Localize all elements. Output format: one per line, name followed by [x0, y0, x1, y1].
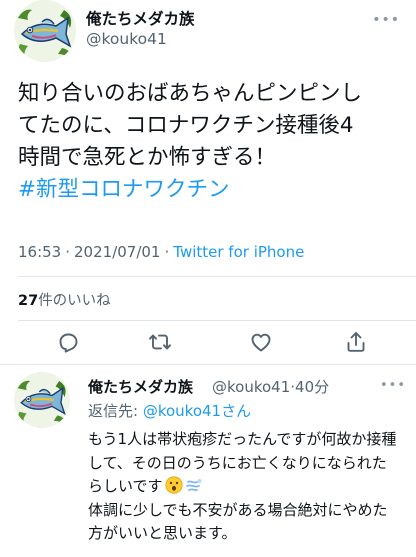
tweet-source-link[interactable]: Twitter for iPhone [173, 243, 304, 261]
tweet-text-line: 時間で急死とか怖すぎる！ [18, 145, 277, 170]
reply-button[interactable] [56, 330, 82, 356]
like-count-label: 件のいいね [38, 293, 111, 309]
divider [18, 276, 416, 277]
tweet-time[interactable]: 16:53 [18, 243, 61, 261]
tweet-text-line: 知り合いのおばあちゃんピンピンし [18, 81, 363, 106]
medaka-fish-avatar-icon [14, 372, 70, 428]
divider [18, 320, 416, 321]
divider [0, 364, 416, 365]
separator: · [164, 243, 170, 261]
display-name[interactable]: 俺たちメダカ族 [88, 376, 193, 397]
ellipsis-icon[interactable]: ••• [372, 12, 400, 28]
reply-text-line: らしいです [88, 475, 414, 499]
ellipsis-icon[interactable]: ••• [380, 378, 406, 393]
reply-text-line: して、その日のうちにお亡くなりになられた [88, 453, 387, 472]
share-button[interactable] [344, 330, 370, 356]
reply-text-line: 体調に少しでも不安がある場合絶対にやめた [88, 500, 388, 519]
like-button[interactable] [249, 330, 275, 356]
like-count-number: 27 [18, 293, 39, 309]
heart-icon [251, 333, 271, 352]
user-handle[interactable]: @kouko41 [86, 30, 167, 48]
surprised-face-emoji [164, 476, 183, 494]
display-name[interactable]: 俺たちメダカ族 [86, 7, 195, 29]
reply-text: もう1人は帯状疱疹だったんですが何故か接種 して、その日のうちにお亡くなりになら… [88, 428, 414, 546]
avatar[interactable] [14, 0, 76, 62]
reply-to-label: 返信先: [88, 402, 143, 420]
retweet-button[interactable] [148, 330, 174, 356]
medaka-fish-avatar-icon [14, 0, 76, 62]
likes-count[interactable]: 27件のいいね [18, 289, 111, 310]
tweet-text: 知り合いのおばあちゃんピンピンし てたのに、コロナワクチン接種後4 時間で急死と… [18, 78, 410, 206]
tweet-metadata: 16:53 · 2021/07/01 · Twitter for iPhone [18, 243, 304, 261]
reply-text-line: 方がいいと思います。 [88, 524, 237, 542]
hashtag-link[interactable]: #新型コロナワクチン [18, 174, 410, 206]
replying-to: 返信先: @kouko41さん [88, 400, 251, 421]
reply-text-segment: らしいです [88, 477, 163, 495]
tweet-text-line: てたのに、コロナワクチン接種後4 [18, 113, 354, 138]
reply-icon [59, 333, 78, 353]
retweet-icon [149, 334, 171, 350]
share-icon [347, 332, 365, 352]
tweet-time-ago[interactable]: 40分 [295, 378, 329, 396]
separator: · [65, 243, 71, 261]
user-handle[interactable]: @kouko41 [212, 378, 290, 396]
tweet-date[interactable]: 2021/07/01 [74, 243, 160, 261]
avatar[interactable] [14, 372, 70, 428]
mention-link[interactable]: @kouko41さん [143, 402, 251, 420]
dash-emoji [185, 476, 203, 494]
reply-text-line: もう1人は帯状疱疹だったんですが何故か接種 [88, 430, 397, 448]
reply-handle-line: @kouko41·40分 [212, 376, 329, 397]
